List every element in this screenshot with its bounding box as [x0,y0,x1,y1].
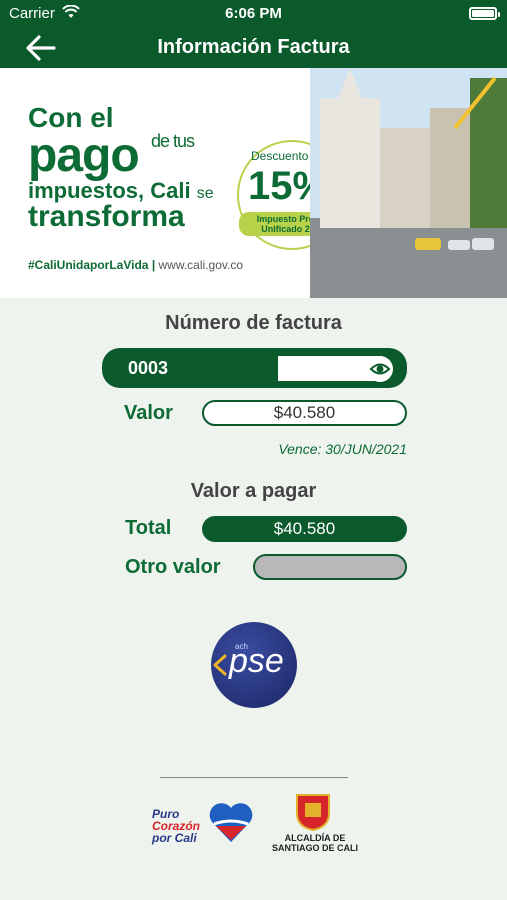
eye-icon [369,363,391,375]
logo1-text: Puro Corazón por Cali [152,807,200,845]
promo-banner: Con el pago de tus impuestos, Cali se tr… [0,68,507,298]
status-bar: Carrier 6:06 PM [0,0,507,28]
toggle-visibility-button[interactable] [367,356,393,382]
nav-bar: Información Factura [0,28,507,68]
other-value-label: Otro valor [125,556,221,578]
puro-corazon-logo: Puro Corazón por Cali [152,800,258,850]
banner-headline: Con el pago de tus impuestos, Cali se tr… [28,104,228,232]
invoice-number: 0003 [128,358,169,378]
status-time: 6:06 PM [225,5,282,22]
banner-line1: Con el [28,102,114,133]
banner-line4: transforma [28,200,185,233]
footer-divider [160,777,348,778]
total-label: Total [125,517,172,539]
pse-pay-button[interactable]: ach pse [211,622,297,708]
total-amount: $40.580 [202,516,407,542]
heart-icon [209,803,253,842]
shield-icon [296,794,330,831]
other-value-input[interactable] [253,554,407,580]
valor-label: Valor [124,402,173,424]
alcaldia-logo: ALCALDÍA DE SANTIAGO DE CALI [270,793,360,855]
banner-line2: pago de tus [28,129,195,182]
pay-section-title: Valor a pagar [190,480,317,502]
invoice-section-title: Número de factura [165,312,342,334]
due-date: Vence: 30/JUN/2021 [278,441,407,457]
pse-arrow-icon [213,654,227,676]
banner-hashtag: #CaliUnidaporLaVida | www.cali.gov.co [28,258,243,272]
city-illustration [310,68,507,298]
page-title: Información Factura [157,36,350,58]
valor-amount: $40.580 [202,400,407,426]
invoice-number-field: 0003 [102,348,407,388]
logo2-text: ALCALDÍA DE SANTIAGO DE CALI [271,833,358,853]
battery-icon [469,7,500,20]
banner-line3: impuestos, Cali se [28,178,214,203]
